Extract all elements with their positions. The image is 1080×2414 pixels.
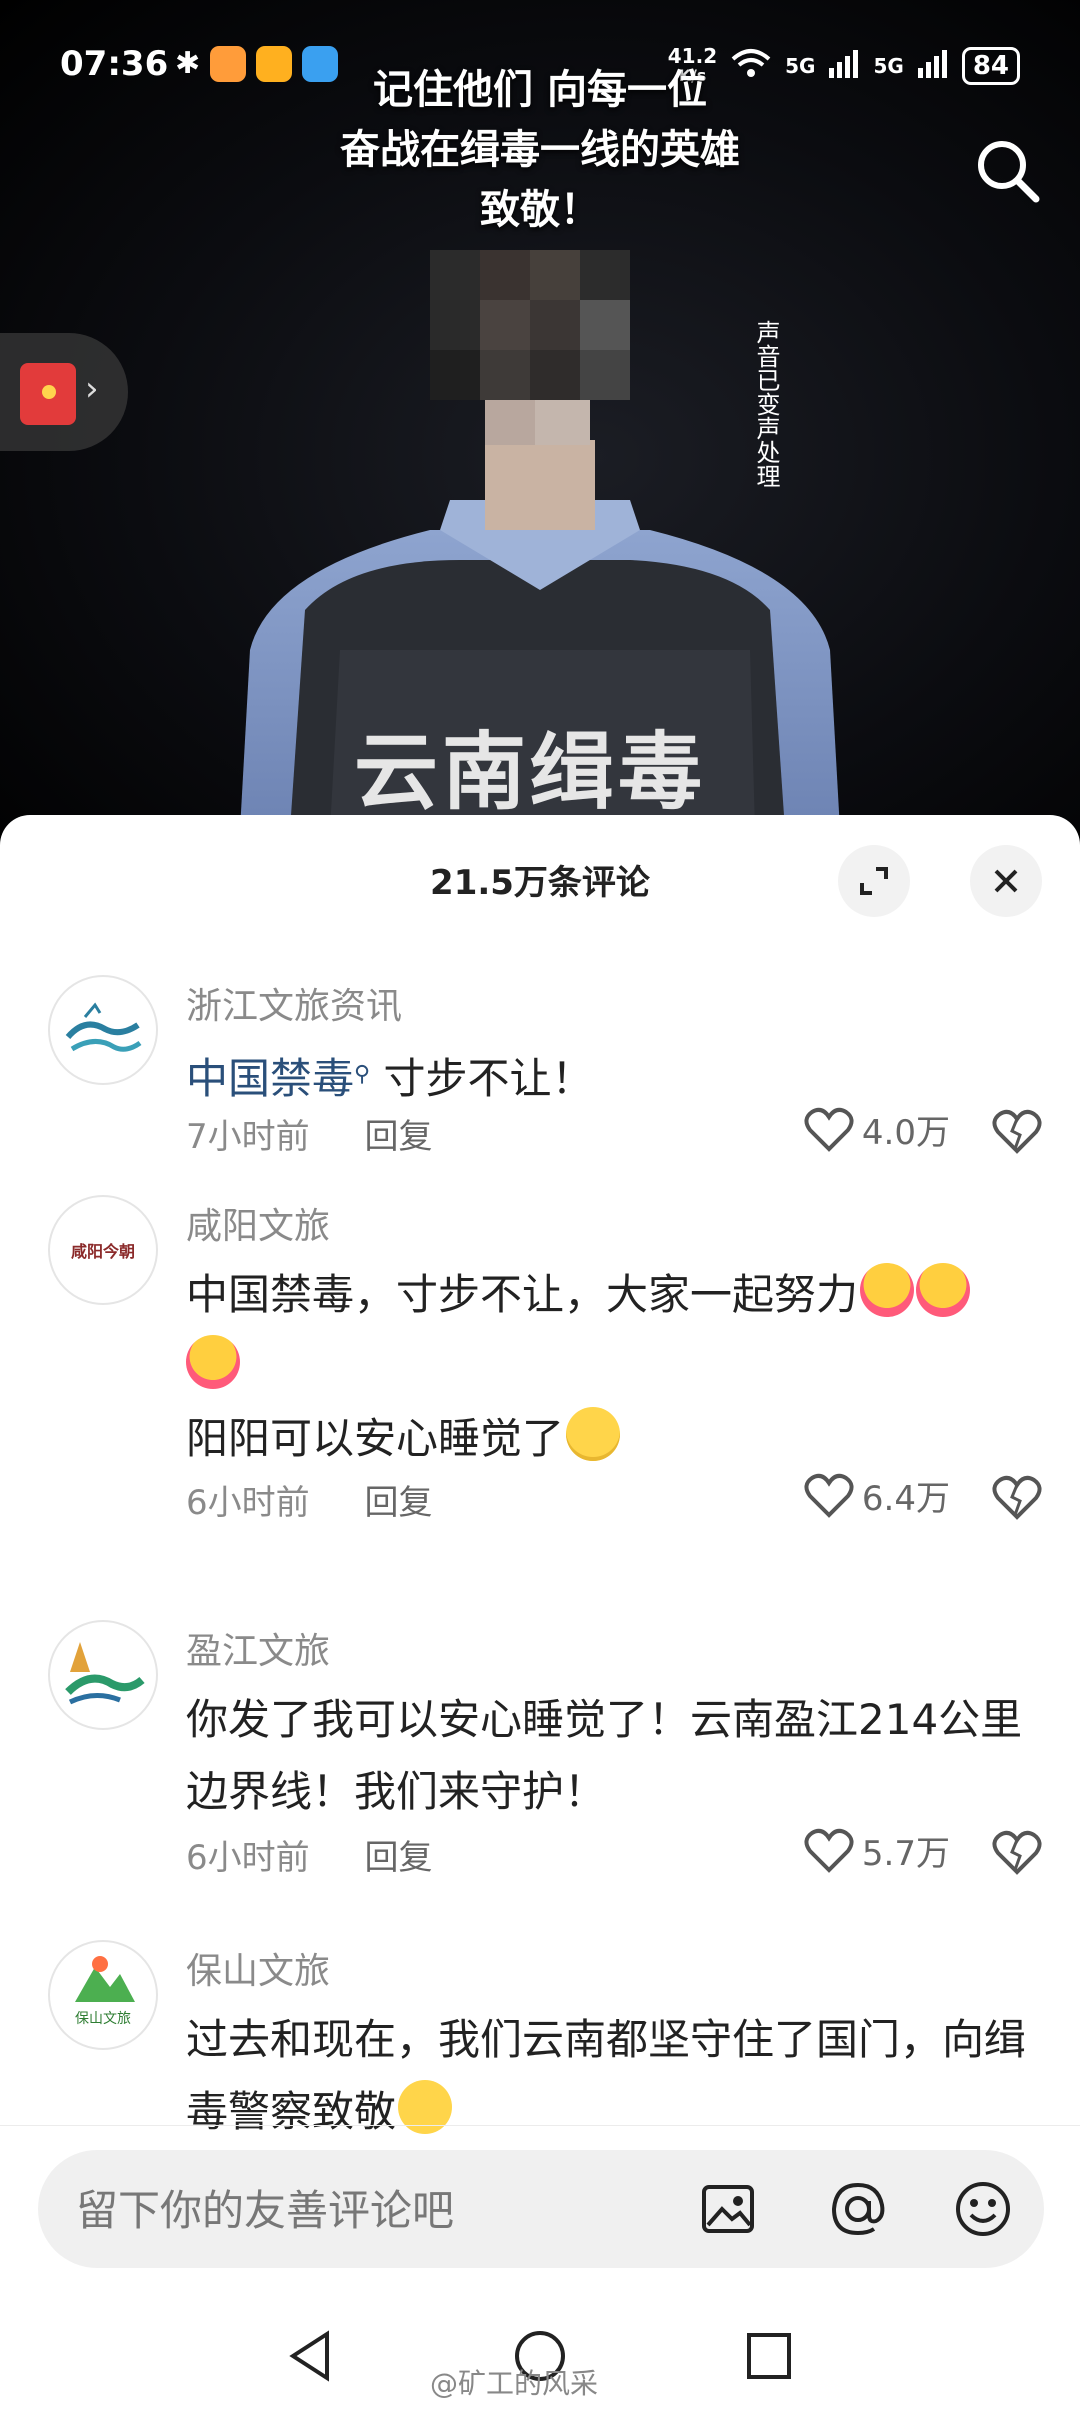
like-button[interactable]: 5.7万 <box>804 1826 950 1875</box>
hugging-emoji <box>860 1263 915 1317</box>
comment-text: 过去和现在，我们云南都坚守住了国门，向缉毒警察致敬 <box>186 2015 1027 2136</box>
heart-icon <box>804 1107 854 1152</box>
topic-link[interactable]: 中国禁毒⚲ <box>186 1054 370 1103</box>
video-caption: 记住他们 向每一位 奋战在缉毒一线的英雄 致敬！ <box>340 67 740 233</box>
comment-count-title: 21.5万条评论 <box>430 863 650 903</box>
image-icon[interactable] <box>698 2179 758 2239</box>
voice-processed-note: 声音已变声处理 <box>752 320 780 488</box>
hugging-emoji <box>186 1335 240 1389</box>
comment-author[interactable]: 咸阳文旅 <box>186 1197 330 1249</box>
comment-text: 中国禁毒，寸步不让，大家一起努力 阳阳可以安心睡觉了 <box>186 1259 1026 1475</box>
avatar[interactable] <box>48 975 158 1085</box>
zhejiang-logo-icon <box>65 1002 142 1052</box>
comment-meta: 7小时前 回复 <box>186 1109 432 1158</box>
close-icon <box>994 869 1018 893</box>
search-icon: ⚲ <box>354 1062 371 1087</box>
broken-heart-icon[interactable] <box>992 1109 1042 1155</box>
baoshan-logo-icon <box>75 1956 135 2002</box>
comment-meta: 6小时前 回复 <box>186 1475 432 1524</box>
like-count: 6.4万 <box>861 1479 950 1519</box>
heart-icon <box>804 1828 854 1873</box>
like-button[interactable]: 4.0万 <box>804 1105 950 1154</box>
avatar-logo-text: 咸阳今朝 <box>70 1242 135 1261</box>
comment-time: 7小时前 <box>186 1117 310 1157</box>
avatar[interactable] <box>48 1620 158 1730</box>
close-button[interactable] <box>970 845 1042 917</box>
comment-author[interactable]: 盈江文旅 <box>186 1622 330 1674</box>
at-icon[interactable] <box>828 2179 888 2239</box>
reply-button[interactable]: 回复 <box>364 1483 432 1523</box>
recents-icon[interactable] <box>744 2328 794 2384</box>
eye-roll-emoji <box>566 1407 621 1461</box>
video-player[interactable]: 云南缉毒 07:36 ✱ 41.2 K/s 5G 5G 84 记住他们 向每一位… <box>0 0 1080 830</box>
reply-button[interactable]: 回复 <box>364 1117 432 1157</box>
reply-button[interactable]: 回复 <box>364 1838 432 1878</box>
like-button[interactable]: 6.4万 <box>804 1471 950 1520</box>
comment-time: 6小时前 <box>186 1838 310 1878</box>
divider <box>0 2125 1080 2126</box>
comment-meta: 6小时前 回复 <box>186 1830 432 1879</box>
comment-text: 中国禁毒⚲ 寸步不让！ <box>186 1054 594 1103</box>
comment-input-bar <box>38 2150 1044 2270</box>
search-button[interactable] <box>972 135 1042 205</box>
search-icon <box>978 141 1040 203</box>
vest-text: 云南缉毒 <box>353 723 706 821</box>
like-count: 5.7万 <box>861 1834 950 1874</box>
broken-heart-icon[interactable] <box>992 1475 1042 1521</box>
emoji-icon[interactable] <box>953 2179 1013 2239</box>
red-packet-button[interactable]: › <box>0 333 128 451</box>
comment-author[interactable]: 浙江文旅资讯 <box>186 977 402 1029</box>
avatar[interactable]: 保山文旅 <box>48 1940 158 2050</box>
red-packet-icon <box>20 363 76 425</box>
comment-text: 你发了我可以安心睡觉了！云南盈江214公里边界线！我们来守护！ <box>186 1695 1023 1816</box>
like-count: 4.0万 <box>861 1113 950 1153</box>
expand-icon <box>860 867 888 895</box>
avatar[interactable]: 咸阳今朝 <box>48 1195 158 1305</box>
chevron-right-icon: › <box>85 369 99 409</box>
back-icon[interactable] <box>285 2328 335 2384</box>
comment-author[interactable]: 保山文旅 <box>186 1942 330 1994</box>
comment-input[interactable] <box>74 2150 698 2270</box>
hugging-emoji <box>916 1263 971 1317</box>
yingjiang-logo-icon <box>65 1642 145 1705</box>
comment-time: 6小时前 <box>186 1483 310 1523</box>
watermark: @矿工的风采 <box>430 2367 599 2400</box>
expand-button[interactable] <box>838 845 910 917</box>
broken-heart-icon[interactable] <box>992 1830 1042 1876</box>
heart-icon <box>804 1473 854 1518</box>
